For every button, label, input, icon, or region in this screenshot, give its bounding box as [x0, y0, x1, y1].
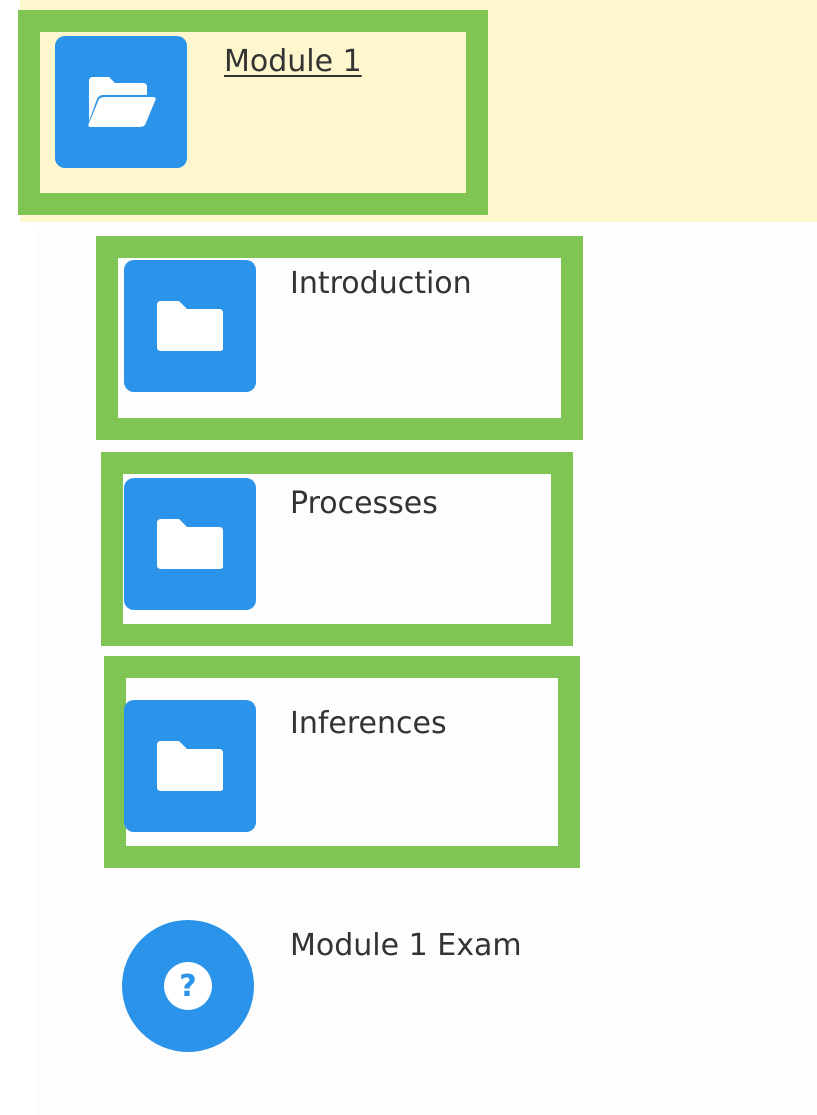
item-label-inferences[interactable]: Inferences: [290, 706, 447, 742]
item-tile-introduction[interactable]: [124, 260, 256, 392]
exam-tile[interactable]: ?: [122, 920, 254, 1052]
item-label-introduction[interactable]: Introduction: [290, 266, 472, 302]
item-tile-inferences[interactable]: [124, 700, 256, 832]
exam-label[interactable]: Module 1 Exam: [290, 928, 522, 964]
folder-open-icon: [85, 73, 157, 131]
module-tile[interactable]: [55, 36, 187, 168]
folder-icon: [155, 739, 225, 793]
svg-text:?: ?: [179, 969, 196, 1004]
folder-icon: [155, 517, 225, 571]
item-label-processes[interactable]: Processes: [290, 486, 438, 522]
module-title-link[interactable]: Module 1: [224, 44, 362, 80]
folder-icon: [155, 299, 225, 353]
question-icon: ?: [161, 959, 215, 1013]
item-tile-processes[interactable]: [124, 478, 256, 610]
